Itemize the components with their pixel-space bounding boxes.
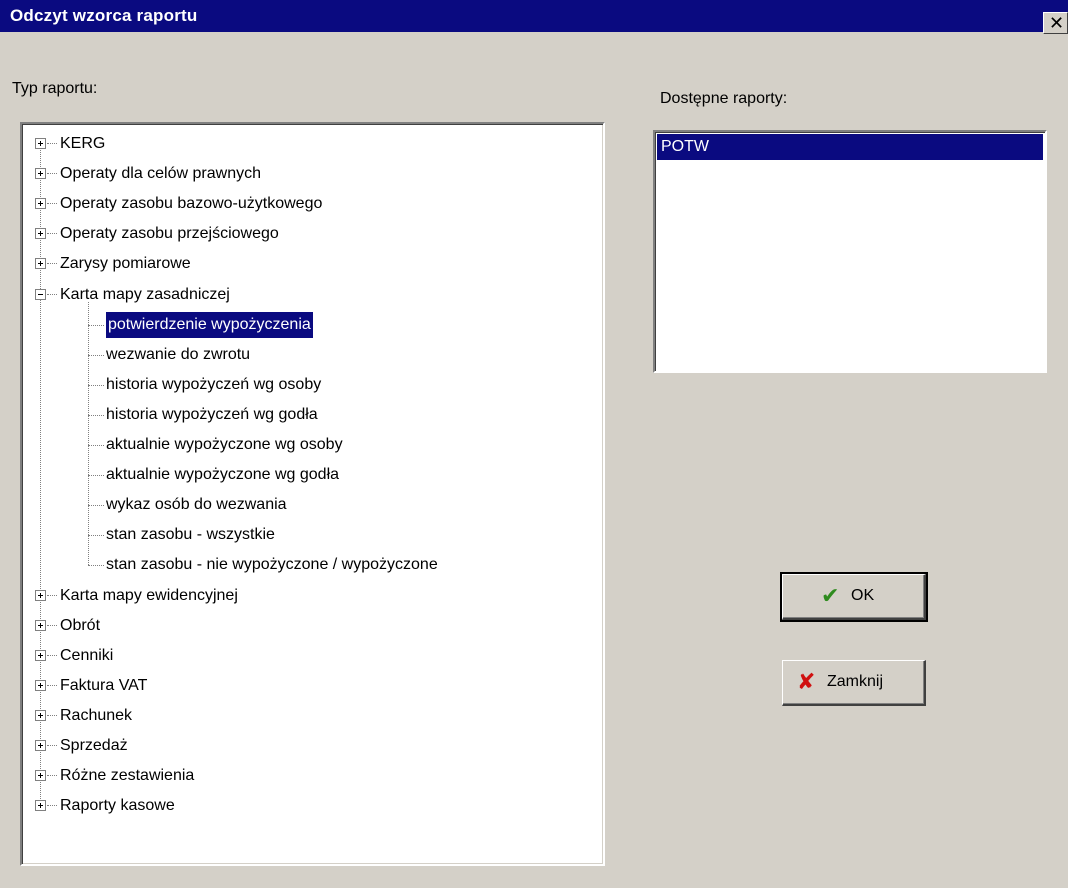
close-icon: ✕ bbox=[1049, 13, 1065, 33]
expand-plus-icon[interactable] bbox=[35, 589, 46, 601]
expand-plus-icon[interactable] bbox=[35, 709, 46, 721]
tree-connector bbox=[47, 654, 57, 656]
report-type-label: Typ raportu: bbox=[12, 80, 98, 97]
tree-connector bbox=[47, 684, 57, 686]
expand-plus-icon[interactable] bbox=[35, 228, 46, 240]
tree-connector bbox=[47, 805, 57, 807]
ok-button[interactable]: ✔ OK bbox=[780, 572, 928, 622]
tree-node-label: historia wypożyczeń wg osoby bbox=[106, 375, 322, 393]
tree-node-label: stan zasobu - wszystkie bbox=[106, 526, 275, 544]
tree-node-label: historia wypożyczeń wg godła bbox=[106, 405, 318, 423]
tree-connector bbox=[47, 775, 57, 777]
tree-child-node[interactable]: aktualnie wypożyczone wg osoby bbox=[22, 432, 602, 458]
tree-connector bbox=[47, 745, 57, 746]
tree-child-node[interactable]: stan zasobu - nie wypożyczone / wypożycz… bbox=[22, 552, 602, 578]
tree-node-label: stan zasobu - nie wypożyczone / wypożycz… bbox=[106, 556, 438, 574]
tree-connector bbox=[47, 293, 57, 295]
expand-plus-icon[interactable] bbox=[35, 138, 46, 149]
close-button[interactable]: ✘ Zamknij bbox=[782, 660, 926, 706]
tree-node-label: Obrót bbox=[60, 616, 101, 634]
expand-plus-icon[interactable] bbox=[35, 619, 46, 631]
tree-node-label: wykaz osób do wezwania bbox=[106, 496, 287, 514]
tree-connector bbox=[88, 445, 104, 446]
tree-node[interactable]: Karta mapy ewidencyjnej bbox=[22, 583, 602, 609]
tree-child-node[interactable]: aktualnie wypożyczone wg godła bbox=[22, 462, 602, 488]
report-list-item[interactable]: POTW bbox=[657, 134, 1043, 160]
report-type-tree[interactable]: KERG Operaty dla celów prawnych Operaty za… bbox=[20, 122, 605, 866]
red-x-icon: ✘ bbox=[797, 669, 816, 694]
tree-node[interactable]: Obrót bbox=[22, 613, 602, 639]
tree-connector bbox=[47, 203, 57, 205]
tree-connector bbox=[47, 143, 57, 144]
tree-connector bbox=[88, 324, 104, 326]
tree-node-label-selected: potwierdzenie wypożyczenia bbox=[105, 310, 314, 339]
tree-child-node[interactable]: stan zasobu - wszystkie bbox=[22, 522, 602, 548]
expand-plus-icon[interactable] bbox=[35, 198, 46, 210]
tree-node-label: Operaty dla celów prawnych bbox=[60, 165, 261, 183]
tree-node[interactable]: Cenniki bbox=[22, 643, 602, 669]
available-reports-list[interactable]: POTW bbox=[653, 130, 1047, 373]
tree-node[interactable]: Różne zestawienia bbox=[22, 763, 602, 789]
tree-node-label: Operaty zasobu bazowo-użytkowego bbox=[60, 195, 323, 213]
tree-node[interactable]: Operaty zasobu bazowo-użytkowego bbox=[22, 191, 602, 217]
tree-node-label: Zarysy pomiarowe bbox=[60, 255, 191, 273]
tree-connector bbox=[47, 594, 57, 596]
tree-connector bbox=[88, 414, 104, 416]
close-window-button[interactable]: ✕ bbox=[1043, 12, 1068, 34]
tree-node[interactable]: Zarysy pomiarowe bbox=[22, 251, 602, 277]
tree-node[interactable]: Karta mapy zasadniczej bbox=[22, 282, 602, 308]
available-reports-label: Dostępne raporty: bbox=[660, 90, 788, 107]
tree-connector bbox=[47, 714, 57, 716]
tree-connector bbox=[88, 354, 104, 356]
tree-connector bbox=[47, 263, 57, 265]
tree-node[interactable]: Faktura VAT bbox=[22, 673, 602, 699]
tree-node-label: KERG bbox=[60, 135, 106, 152]
tree-node-label: wezwanie do zwrotu bbox=[106, 345, 251, 363]
expand-plus-icon[interactable] bbox=[35, 770, 46, 782]
tree-node-label: Faktura VAT bbox=[60, 676, 148, 694]
tree-connector bbox=[88, 565, 104, 567]
expand-plus-icon[interactable] bbox=[35, 258, 46, 270]
tree-child-node[interactable]: wezwanie do zwrotu bbox=[22, 342, 602, 368]
tree-connector bbox=[47, 233, 57, 235]
tree-connector bbox=[47, 173, 57, 175]
expand-plus-icon[interactable] bbox=[35, 649, 46, 661]
tree-node-label: Karta mapy zasadniczej bbox=[60, 285, 230, 303]
tree-node[interactable]: Operaty zasobu przejściowego bbox=[22, 221, 602, 247]
title-bar: Odczyt wzorca raportu bbox=[0, 0, 1068, 32]
tree-node-label: aktualnie wypożyczone wg osoby bbox=[106, 436, 343, 453]
expand-plus-icon[interactable] bbox=[35, 740, 46, 751]
tree-child-node[interactable]: wykaz osób do wezwania bbox=[22, 492, 602, 518]
tree-node[interactable]: Rachunek bbox=[22, 703, 602, 729]
tree-node-label: Sprzedaż bbox=[60, 737, 128, 754]
tree-node-label: Operaty zasobu przejściowego bbox=[60, 225, 279, 243]
expand-plus-icon[interactable] bbox=[35, 800, 46, 812]
tree-connector bbox=[88, 475, 104, 477]
tree-node[interactable]: Operaty dla celów prawnych bbox=[22, 161, 602, 187]
tree-node-label: Cenniki bbox=[60, 646, 114, 664]
window-title: Odczyt wzorca raportu bbox=[10, 6, 198, 25]
tree-node[interactable]: KERG bbox=[22, 131, 602, 157]
expand-plus-icon[interactable] bbox=[35, 168, 46, 180]
tree-node[interactable]: Raporty kasowe bbox=[22, 793, 602, 819]
checkmark-icon: ✔ bbox=[821, 583, 840, 608]
collapse-minus-icon[interactable] bbox=[35, 288, 46, 300]
tree-connector bbox=[88, 505, 104, 507]
ok-button-label: OK bbox=[851, 587, 875, 604]
tree-node-label: Karta mapy ewidencyjnej bbox=[60, 586, 238, 604]
close-button-label: Zamknij bbox=[827, 673, 884, 690]
tree-node-label: aktualnie wypożyczone wg godła bbox=[106, 466, 340, 484]
tree-connector bbox=[88, 535, 104, 537]
tree-child-node[interactable]: historia wypożyczeń wg osoby bbox=[22, 372, 602, 398]
tree-node-label: Raporty kasowe bbox=[60, 797, 175, 815]
tree-connector bbox=[47, 624, 57, 626]
expand-plus-icon[interactable] bbox=[35, 679, 46, 691]
tree-node-label: Rachunek bbox=[60, 706, 133, 724]
tree-node-label: Różne zestawienia bbox=[60, 767, 195, 785]
tree-child-node[interactable]: historia wypożyczeń wg godła bbox=[22, 402, 602, 428]
tree-connector bbox=[88, 384, 104, 386]
tree-child-node[interactable]: potwierdzenie wypożyczenia bbox=[22, 310, 602, 339]
tree-node[interactable]: Sprzedaż bbox=[22, 733, 602, 759]
